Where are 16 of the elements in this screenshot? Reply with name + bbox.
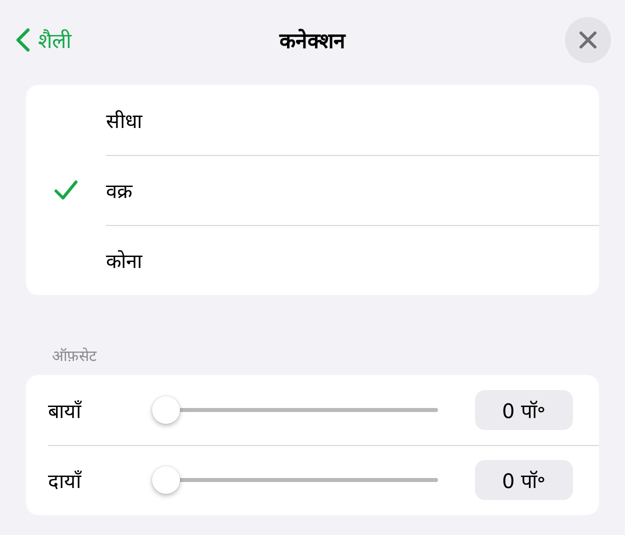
close-button[interactable] [565, 17, 611, 63]
option-item[interactable]: कोना [26, 225, 599, 295]
section-header: ऑफ़सेट [51, 346, 98, 367]
value-field[interactable]: 0 पॉ॰ [475, 460, 573, 500]
slider-thumb[interactable] [152, 396, 180, 424]
slider-thumb[interactable] [152, 466, 180, 494]
close-icon [579, 31, 597, 49]
offset-slider[interactable] [152, 396, 438, 424]
offset-label: दायाँ [48, 468, 83, 494]
offset-slider[interactable] [152, 466, 438, 494]
option-item[interactable]: वक्र [26, 155, 599, 225]
option-item[interactable]: सीधा [26, 85, 599, 155]
value-field[interactable]: 0 पॉ॰ [475, 390, 573, 430]
panel-title: कनेक्शन [280, 29, 346, 53]
chevron-left-icon [16, 28, 30, 52]
offset-label: बायाँ [48, 398, 83, 424]
